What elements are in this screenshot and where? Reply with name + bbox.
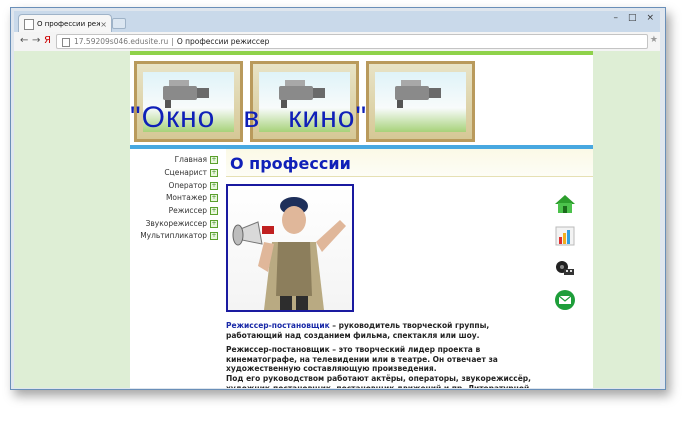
- yandex-icon[interactable]: Я: [44, 35, 51, 46]
- nav-item-label: Режиссер: [168, 206, 207, 215]
- paragraph-team: Под его руководством работают актёры, оп…: [226, 374, 531, 388]
- minimize-button[interactable]: –: [613, 13, 618, 23]
- plus-icon: +: [210, 206, 218, 215]
- forward-button[interactable]: →: [32, 35, 40, 46]
- site-title: "Окно в кино": [130, 101, 368, 134]
- page-favicon-icon: [24, 18, 34, 30]
- page-icon: [62, 37, 70, 47]
- paragraph-definition: Режиссер-постановщик – руководитель твор…: [226, 321, 544, 340]
- home-icon[interactable]: [554, 193, 576, 215]
- nav-item-operator[interactable]: Оператор +: [168, 181, 218, 190]
- left-navigation: Главная + Сценарист + Оператор + Монтажер + …: [130, 149, 220, 388]
- director-photo: [226, 184, 354, 312]
- address-bar[interactable]: 17.59209s046.edusite.ru | О профессии режи…: [56, 34, 648, 49]
- tab-close-icon[interactable]: ×: [100, 20, 107, 29]
- director-with-megaphone-image: [232, 197, 346, 310]
- page-viewport: "Окно в кино" Главная + Сценарист + Операт…: [14, 51, 660, 388]
- page-heading: О профессии: [230, 154, 351, 173]
- maximize-button[interactable]: □: [628, 13, 637, 23]
- url-text: 17.59209s046.edusite.ru: [74, 37, 169, 46]
- nav-item-main[interactable]: Главная +: [175, 155, 218, 164]
- film-reel-icon[interactable]: [554, 257, 576, 279]
- nav-item-editor[interactable]: Монтажер +: [166, 193, 218, 202]
- tab-strip: О профессии режисс × – □ ×: [14, 11, 660, 33]
- nav-item-director[interactable]: Режиссер +: [169, 206, 218, 215]
- nav-item-animator[interactable]: Мультипликатор +: [140, 231, 218, 240]
- address-page-title: О профессии режиссер: [176, 37, 270, 46]
- nav-item-label: Оператор: [168, 181, 208, 190]
- term-highlight: Режиссер-постановщик: [226, 321, 330, 330]
- nav-item-label: Сценарист: [164, 168, 207, 177]
- browser-tab[interactable]: О профессии режисс ×: [18, 14, 112, 33]
- new-tab-button[interactable]: [112, 18, 126, 29]
- close-window-button[interactable]: ×: [646, 13, 654, 23]
- site-container: "Окно в кино" Главная + Сценарист + Операт…: [130, 51, 593, 388]
- nav-item-label: Звукорежиссер: [145, 219, 207, 228]
- heading-band: О профессии: [226, 149, 593, 177]
- plus-icon: +: [210, 193, 218, 202]
- url-separator: |: [171, 37, 174, 46]
- plus-icon: +: [210, 155, 218, 164]
- bookmark-star-icon[interactable]: ★: [650, 35, 658, 45]
- tab-title: О профессии режисс: [37, 20, 101, 28]
- chart-icon[interactable]: [554, 225, 576, 247]
- nav-item-label: Монтажер: [165, 193, 207, 202]
- back-button[interactable]: ←: [20, 35, 28, 46]
- browser-window: О профессии режисс × – □ × ← → Я 17.5920…: [14, 11, 660, 388]
- window-controls: – □ ×: [613, 13, 654, 23]
- browser-toolbar: ← → Я 17.59209s046.edusite.ru | О професси…: [14, 32, 660, 52]
- nav-item-label: Главная: [174, 155, 207, 164]
- plus-icon: +: [210, 231, 218, 240]
- nav-item-screenwriter[interactable]: Сценарист +: [164, 168, 218, 177]
- main-content: О профессии Режиссер-постановщик – руков…: [226, 149, 593, 388]
- site-header: "Окно в кино": [130, 55, 593, 145]
- plus-icon: +: [210, 219, 218, 228]
- plus-icon: +: [210, 168, 218, 177]
- plus-icon: +: [210, 181, 218, 190]
- video-camera-icon: [395, 80, 441, 108]
- camera-window-image: [366, 61, 475, 142]
- mail-icon[interactable]: [554, 289, 576, 311]
- nav-item-label: Мультипликатор: [140, 231, 207, 240]
- nav-item-sound-director[interactable]: Звукорежиссер +: [146, 219, 218, 228]
- paragraph-description: Режиссер-постановщик – это творческий ли…: [226, 345, 498, 373]
